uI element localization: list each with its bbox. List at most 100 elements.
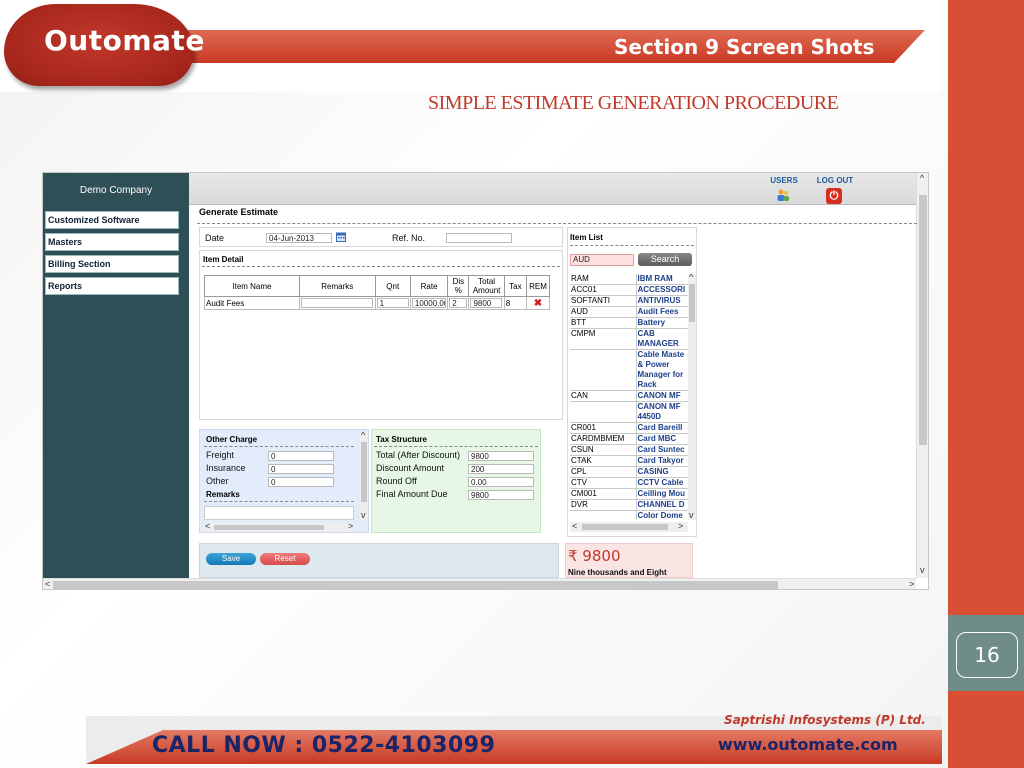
scroll-down-icon[interactable]: v xyxy=(920,565,925,575)
list-item[interactable]: CARDMBMEM Card MBC xyxy=(570,433,688,445)
item-list-panel: Item List AUD Search RAM IBM RAM ACC01 ACCE… xyxy=(567,227,697,537)
item-detail-divider xyxy=(202,266,560,267)
sidebar-item-customized-software[interactable]: Customized Software xyxy=(45,211,179,229)
scroll-left-icon[interactable]: < xyxy=(45,579,50,589)
list-item[interactable]: CPL CASING xyxy=(570,466,688,478)
company-name: Demo Company xyxy=(79,184,153,196)
other-charge-panel: Other Charge Freight 0 Insurance 0 Other… xyxy=(199,429,369,533)
list-item[interactable]: DVR CHANNEL D xyxy=(570,499,688,511)
sidebar-item-reports[interactable]: Reports xyxy=(45,277,179,295)
item-list-vscroll[interactable]: ^ v xyxy=(688,274,696,520)
remove-row-icon[interactable]: ✖ xyxy=(534,298,542,309)
list-scroll-left-icon[interactable]: < xyxy=(572,521,577,531)
discount-amount-input[interactable]: 200 xyxy=(468,464,534,474)
other-input[interactable]: 0 xyxy=(268,477,334,487)
list-item[interactable]: BTT Battery xyxy=(570,317,688,329)
item-name: Battery xyxy=(635,317,688,329)
discount-input[interactable]: 2 xyxy=(449,298,468,308)
list-item[interactable]: CMPM CAB MANAGER xyxy=(570,328,688,350)
list-item[interactable]: ACC01 ACCESSORI xyxy=(570,284,688,296)
logout-link[interactable]: LOG OUT ⏻ xyxy=(813,176,857,204)
total-after-discount-input[interactable]: 9800 xyxy=(468,451,534,461)
item-list-hscroll-thumb[interactable] xyxy=(582,524,668,530)
tax-structure-panel: Tax Structure Total (After Discount) 980… xyxy=(371,429,541,533)
item-code: CR001 xyxy=(570,422,636,434)
action-bar: Save Reset xyxy=(199,543,559,578)
list-item[interactable]: CM001 Ceilling Mou xyxy=(570,488,688,500)
item-list-title: Item List xyxy=(570,233,603,242)
slide-header: Outomate Section 9 Screen Shots xyxy=(0,0,940,92)
rate-input[interactable]: 10000.00 xyxy=(411,298,446,308)
list-scroll-down-icon[interactable]: v xyxy=(689,510,694,520)
vertical-scroll-thumb[interactable] xyxy=(919,195,927,445)
users-link[interactable]: USERS xyxy=(767,176,801,204)
list-item[interactable]: CTAK Card Takyor xyxy=(570,455,688,467)
list-item[interactable]: SOFTANTI ANTIVIRUS xyxy=(570,295,688,307)
other-charge-title: Other Charge xyxy=(206,435,258,444)
list-item[interactable]: CSUN Card Suntec xyxy=(570,444,688,456)
scroll-right-icon[interactable]: > xyxy=(909,579,914,589)
other-scroll-down-icon[interactable]: v xyxy=(361,510,366,520)
page-title: Generate Estimate xyxy=(199,207,279,217)
calendar-icon[interactable] xyxy=(336,232,346,242)
other-charge-hscroll-thumb[interactable] xyxy=(214,525,324,530)
remarks-input[interactable] xyxy=(300,298,373,308)
item-detail-panel: Item Detail Item Name Remarks Qnt Rate D… xyxy=(199,250,563,420)
item-code: CSUN xyxy=(570,444,636,456)
other-charge-vscroll[interactable]: ^ v xyxy=(360,430,368,520)
item-list-scroll-thumb[interactable] xyxy=(689,284,695,322)
horizontal-scroll-thumb[interactable] xyxy=(53,581,778,589)
list-item[interactable]: CANON MF 4450D xyxy=(570,401,688,423)
list-item[interactable]: AUD Audit Fees xyxy=(570,306,688,318)
vertical-scrollbar[interactable]: ^ v xyxy=(916,173,928,578)
discount-amount-label: Discount Amount xyxy=(376,463,445,473)
main-content: Generate Estimate Date 04-Jun-2013 Ref. … xyxy=(193,205,917,578)
item-name: Ceilling Mou xyxy=(635,488,688,500)
item-code: ACC01 xyxy=(570,284,636,296)
round-off-input[interactable]: 0.00 xyxy=(468,477,534,487)
other-scroll-up-icon[interactable]: ^ xyxy=(361,430,365,440)
item-detail-title: Item Detail xyxy=(203,255,244,264)
other-scroll-right-icon[interactable]: > xyxy=(348,521,353,531)
website-link[interactable]: www.outomate.com xyxy=(718,735,898,754)
list-item[interactable]: CR001 Card Bareill xyxy=(570,422,688,434)
insurance-input[interactable]: 0 xyxy=(268,464,334,474)
item-list-hscroll[interactable]: < > xyxy=(570,521,688,532)
final-amount-input[interactable]: 9800 xyxy=(468,490,534,500)
item-code: CTAK xyxy=(570,455,636,467)
remove-cell: ✖ xyxy=(525,296,551,310)
horizontal-scrollbar[interactable]: < > xyxy=(43,578,916,589)
save-button[interactable]: Save xyxy=(206,553,256,565)
col-total-amount: Total Amount xyxy=(468,275,505,297)
other-charge-hscroll[interactable]: < > xyxy=(204,521,354,532)
item-code: CTV xyxy=(570,477,636,489)
list-item[interactable]: CAN CANON MF xyxy=(570,390,688,402)
sidebar-item-masters[interactable]: Masters xyxy=(45,233,179,251)
ref-no-input[interactable] xyxy=(446,233,512,243)
sidebar-item-billing-section[interactable]: Billing Section xyxy=(45,255,179,273)
other-label: Other xyxy=(206,476,229,486)
reset-button[interactable]: Reset xyxy=(260,553,310,565)
col-discount: Dis % xyxy=(447,275,470,297)
item-search-input[interactable]: AUD xyxy=(570,254,634,266)
freight-input[interactable]: 0 xyxy=(268,451,334,461)
qnt-input[interactable]: 1 xyxy=(376,298,409,308)
list-scroll-up-icon[interactable]: ^ xyxy=(689,274,693,282)
other-scroll-left-icon[interactable]: < xyxy=(205,521,210,531)
other-charge-vscroll-thumb[interactable] xyxy=(361,442,367,502)
item-code: DVR xyxy=(570,499,636,511)
search-button[interactable]: Search xyxy=(638,253,692,266)
remarks-textarea[interactable] xyxy=(204,506,354,520)
date-input[interactable]: 04-Jun-2013 xyxy=(266,233,332,243)
list-item[interactable]: RAM IBM RAM xyxy=(570,274,688,285)
rate-cell: 10000.00 xyxy=(409,296,449,310)
total-input[interactable]: 9800 xyxy=(470,298,503,308)
item-name: Color Dome Camera xyxy=(635,510,688,520)
item-code xyxy=(570,401,636,423)
item-name: Card Suntec xyxy=(635,444,688,456)
list-item[interactable]: Color Dome Camera xyxy=(570,510,688,520)
list-scroll-right-icon[interactable]: > xyxy=(678,521,683,531)
scroll-up-icon[interactable]: ^ xyxy=(920,173,924,183)
list-item[interactable]: CTV CCTV Cable xyxy=(570,477,688,489)
list-item[interactable]: Cable Maste & Power Manager for Rack xyxy=(570,349,688,391)
